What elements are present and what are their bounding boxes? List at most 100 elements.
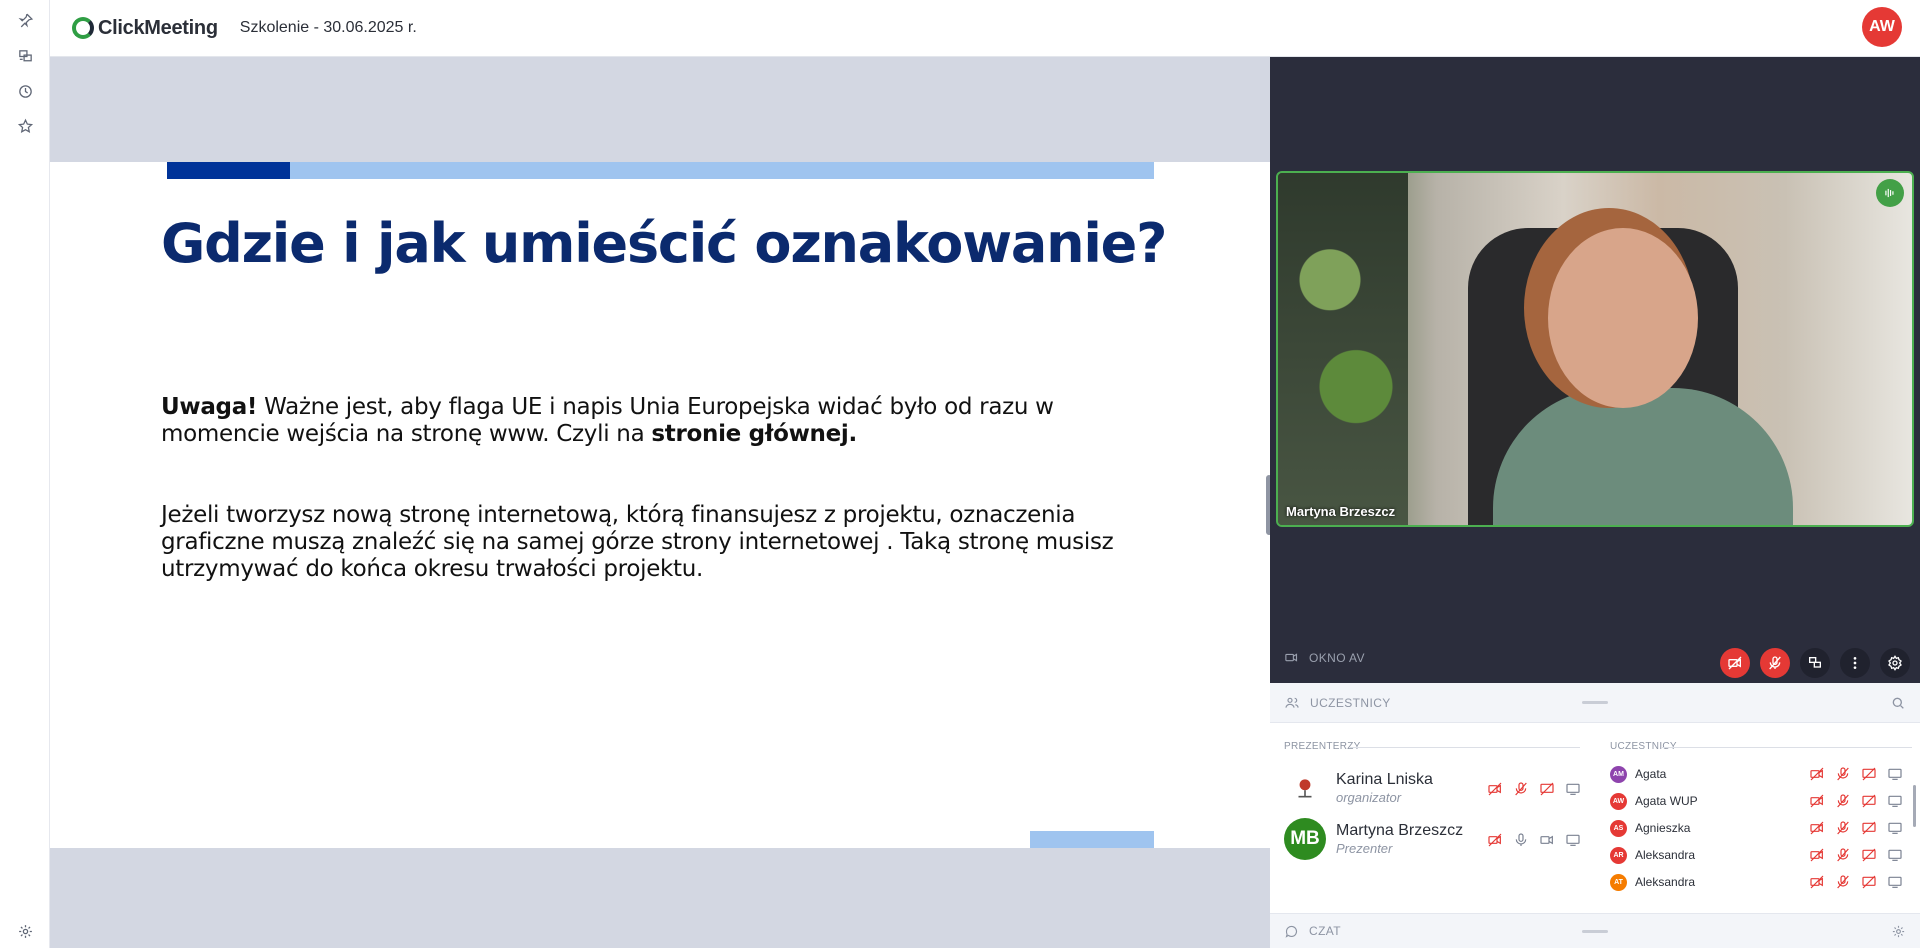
video-person-head [1548,228,1698,408]
user-avatar[interactable]: AW [1862,7,1902,47]
presentation-slide: Gdzie i jak umieścić oznakowanie? Uwaga!… [50,162,1270,848]
screen-icon[interactable] [1564,780,1582,798]
mic-off-icon[interactable] [1834,873,1852,891]
attendee-name: Aleksandra [1635,848,1696,862]
attendee-controls [1808,873,1904,891]
avatar [1284,767,1326,809]
slide-bar-light [290,162,1154,179]
mic-off-button[interactable] [1760,648,1790,678]
chat-header[interactable]: CZAT [1270,913,1920,948]
av-settings-button[interactable] [1880,648,1910,678]
slide-paragraph-1-text: Ważne jest, aby flaga UE i napis Unia Eu… [161,394,1054,447]
camera-icon [1285,653,1298,662]
slide-bar-dark [167,162,290,179]
layers-icon[interactable] [14,45,36,67]
slide-bar-bottom [1030,831,1154,848]
clickmeeting-logo[interactable]: ClickMeeting [72,13,218,43]
star-icon[interactable] [14,115,36,137]
speaking-indicator-icon [1876,179,1904,207]
screen-icon[interactable] [1886,873,1904,891]
mic-off-icon[interactable] [1834,819,1852,837]
camera-off-icon[interactable] [1808,819,1826,837]
participants-icon [1285,697,1299,708]
chat-resize-handle[interactable] [1582,930,1608,933]
av-window-label-text: OKNO AV [1309,650,1365,665]
left-rail [0,0,50,948]
avatar: AM [1610,765,1627,783]
camera-off-icon[interactable] [1808,792,1826,810]
slide-paragraph-2: Jeżeli tworzysz nową stronę internetową,… [161,502,1114,582]
attendee-controls [1808,846,1904,864]
slide-warning: Uwaga! [161,394,258,420]
attendees-divider [1662,747,1912,748]
slide-title: Gdzie i jak umieścić oznakowanie? [161,212,1167,275]
avatar: AW [1610,792,1627,810]
mic-off-icon[interactable] [1834,765,1852,783]
presenter-role: organizator [1336,790,1402,805]
slide-paragraph-1: Uwaga! Ważne jest, aby flaga UE i napis … [161,394,1161,448]
share-off-icon[interactable] [1860,873,1878,891]
mic-icon[interactable] [1512,831,1530,849]
share-off-icon[interactable] [1538,780,1556,798]
logo-text: ClickMeeting [98,16,218,39]
share-off-icon[interactable] [1860,765,1878,783]
screen-icon[interactable] [1564,831,1582,849]
camera-off-icon[interactable] [1486,780,1504,798]
avatar: AS [1610,819,1627,837]
screen-icon[interactable] [1886,846,1904,864]
presenter-controls [1486,831,1582,849]
mic-off-icon[interactable] [1834,792,1852,810]
av-window: Martyna Brzeszcz OKNO AV [1270,57,1920,683]
attendee-controls [1808,765,1904,783]
presenter-name: Martyna Brzeszcz [1336,822,1464,839]
presenter-name: Karina Lniska [1336,771,1433,788]
presenters-divider [1350,747,1580,748]
screen-icon[interactable] [1886,765,1904,783]
camera-off-icon[interactable] [1808,765,1826,783]
participants-title: UCZESTNICY [1310,695,1391,710]
search-icon[interactable] [1890,695,1906,711]
screen-icon[interactable] [1886,792,1904,810]
attendee-controls [1808,792,1904,810]
attendee-controls [1808,819,1904,837]
chat-gear-icon[interactable] [1891,924,1906,939]
camera-off-icon[interactable] [1808,846,1826,864]
mic-off-icon[interactable] [1834,846,1852,864]
participants-header[interactable]: UCZESTNICY [1270,683,1920,723]
camera-off-button[interactable] [1720,648,1750,678]
presenter-role: Prezenter [1336,841,1393,856]
participants-scrollbar[interactable] [1913,785,1916,827]
share-off-icon[interactable] [1860,819,1878,837]
logo-mark-icon [72,17,94,39]
pin-icon[interactable] [14,9,36,31]
avatar: AT [1610,873,1627,891]
camera-off-icon[interactable] [1808,873,1826,891]
presentation-stage: Gdzie i jak umieścić oznakowanie? Uwaga!… [50,57,1270,948]
camera-icon[interactable] [1538,831,1556,849]
camera-off-icon[interactable] [1486,831,1504,849]
avatar: MB [1284,818,1326,860]
mic-off-icon[interactable] [1512,780,1530,798]
participants-resize-handle[interactable] [1582,701,1608,704]
chat-title: CZAT [1309,924,1342,938]
presenter-controls [1486,780,1582,798]
slide-highlight: stronie głównej. [651,421,857,447]
attendee-name: Agata WUP [1635,794,1698,808]
share-off-icon[interactable] [1860,846,1878,864]
clock-icon[interactable] [14,80,36,102]
avatar: AR [1610,846,1627,864]
chat-bubble-icon [1285,925,1298,938]
attendee-name: Aleksandra [1635,875,1696,889]
speaker-video[interactable]: Martyna Brzeszcz [1276,171,1914,527]
right-panel: Martyna Brzeszcz OKNO AV UCZESTNICY PREZ… [1270,57,1920,948]
organizer-logo-icon [1298,779,1312,798]
layout-button[interactable] [1800,648,1830,678]
video-background [1278,173,1408,525]
meeting-title: Szkolenie - 30.06.2025 r. [239,19,417,36]
share-off-icon[interactable] [1860,792,1878,810]
speaker-name: Martyna Brzeszcz [1286,504,1396,519]
screen-icon[interactable] [1886,819,1904,837]
gear-icon[interactable] [14,920,36,942]
more-options-button[interactable] [1840,648,1870,678]
top-header: ClickMeeting Szkolenie - 30.06.2025 r. A… [50,0,1920,57]
